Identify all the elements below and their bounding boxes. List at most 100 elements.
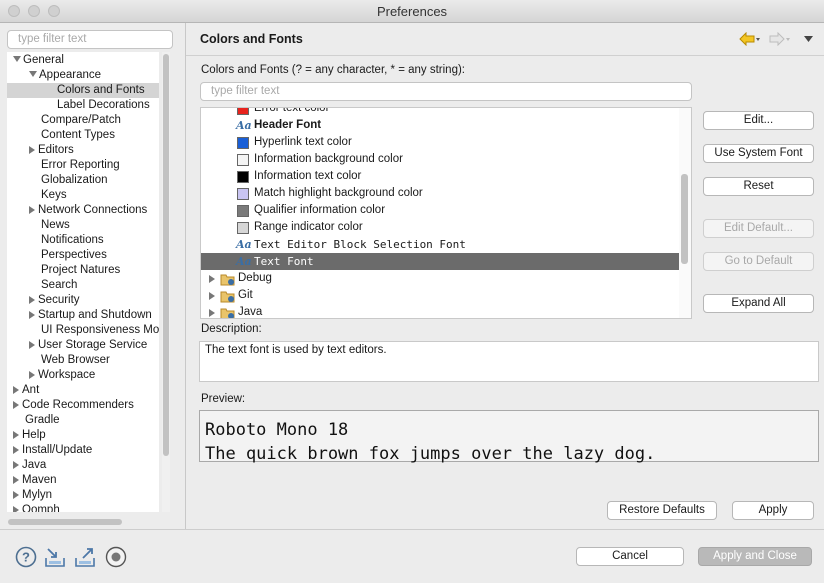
tree-item-globalization[interactable]: Globalization — [29, 173, 107, 188]
tree-item-startup-and-shutdown[interactable]: Startup and Shutdown — [29, 308, 152, 323]
collapsed-triangle-icon[interactable] — [29, 371, 35, 379]
tree-item-maven[interactable]: Maven — [13, 473, 57, 488]
import-preferences-icon[interactable] — [44, 546, 66, 568]
tree-item-appearance[interactable]: Appearance — [29, 68, 101, 83]
dialog-footer: ? Cancel Apply and Close — [0, 529, 824, 583]
record-icon[interactable] — [105, 546, 127, 568]
description-label: Description: — [201, 323, 262, 335]
list-item-row[interactable]: Aa Text Editor Block Selection Font — [201, 236, 679, 253]
apply-button[interactable]: Apply — [732, 501, 814, 520]
apply-and-close-button[interactable]: Apply and Close — [698, 547, 812, 566]
use-system-font-button[interactable]: Use System Font — [703, 144, 814, 163]
reset-button[interactable]: Reset — [703, 177, 814, 196]
preference-tree: General Appearance Colors and Fonts Label D… — [7, 52, 159, 512]
list-item-row[interactable]: Aa Text Font — [201, 253, 679, 270]
svg-text:?: ? — [22, 550, 30, 565]
tree-item-user-storage-service[interactable]: User Storage Service — [29, 338, 147, 353]
tree-item-keys[interactable]: Keys — [29, 188, 67, 203]
tree-item-compare-patch[interactable]: Compare/Patch — [29, 113, 121, 128]
list-item-row[interactable]: Information text color — [201, 168, 679, 185]
tree-hscroll-thumb[interactable] — [8, 519, 122, 525]
tree-item-project-natures[interactable]: Project Natures — [29, 263, 120, 278]
collapsed-triangle-icon[interactable] — [13, 461, 19, 469]
font-icon: Aa — [236, 238, 252, 251]
pane-divider[interactable] — [185, 23, 186, 529]
back-arrow-icon[interactable] — [739, 32, 761, 46]
tree-item-error-reporting[interactable]: Error Reporting — [29, 158, 120, 173]
tree-item-ui-responsiveness-mo[interactable]: UI Responsiveness Mo — [29, 323, 159, 338]
tree-item-security[interactable]: Security — [29, 293, 80, 308]
expanded-triangle-icon[interactable] — [13, 56, 21, 62]
list-item-row[interactable]: Qualifier information color — [201, 202, 679, 219]
tree-item-search[interactable]: Search — [29, 278, 77, 293]
view-menu-icon[interactable] — [804, 35, 814, 43]
help-icon[interactable]: ? — [15, 546, 37, 568]
tree-item-editors[interactable]: Editors — [29, 143, 74, 158]
list-item-row[interactable]: Range indicator color — [201, 219, 679, 236]
tree-item-gradle[interactable]: Gradle — [13, 413, 60, 428]
list-vertical-scrollbar[interactable] — [679, 108, 691, 318]
list-category-row[interactable]: Debug — [201, 270, 679, 287]
tree-item-java[interactable]: Java — [13, 458, 46, 473]
tree-item-content-types[interactable]: Content Types — [29, 128, 115, 143]
tree-vertical-scrollbar[interactable] — [162, 52, 170, 512]
expanded-triangle-icon[interactable] — [29, 71, 37, 77]
list-item-row[interactable]: Information background color — [201, 151, 679, 168]
collapsed-triangle-icon[interactable] — [209, 292, 215, 300]
tree-item-help[interactable]: Help — [13, 428, 46, 443]
colors-filter-input[interactable]: type filter text — [200, 82, 692, 101]
collapsed-triangle-icon[interactable] — [209, 309, 215, 317]
list-item-row[interactable]: Aa Header Font — [201, 117, 679, 134]
list-vscroll-thumb[interactable] — [681, 174, 688, 264]
tree-filter-input[interactable]: type filter text — [7, 30, 173, 49]
tree-item-code-recommenders[interactable]: Code Recommenders — [13, 398, 134, 413]
folder-icon — [220, 274, 235, 286]
list-item-row[interactable]: Hyperlink text color — [201, 134, 679, 151]
cancel-button[interactable]: Cancel — [576, 547, 684, 566]
tree-item-news[interactable]: News — [29, 218, 70, 233]
edit-button[interactable]: Edit... — [703, 111, 814, 130]
collapsed-triangle-icon[interactable] — [29, 341, 35, 349]
collapsed-triangle-icon[interactable] — [29, 206, 35, 214]
tree-item-notifications[interactable]: Notifications — [29, 233, 104, 248]
tree-item-label-decorations[interactable]: Label Decorations — [45, 98, 150, 113]
restore-defaults-button[interactable]: Restore Defaults — [607, 501, 717, 520]
forward-arrow-icon[interactable] — [769, 32, 791, 46]
collapsed-triangle-icon[interactable] — [29, 311, 35, 319]
collapsed-triangle-icon[interactable] — [13, 476, 19, 484]
tree-item-network-connections[interactable]: Network Connections — [29, 203, 147, 218]
collapsed-triangle-icon[interactable] — [13, 431, 19, 439]
tree-item-mylyn[interactable]: Mylyn — [13, 488, 52, 503]
title-bar: Preferences — [0, 0, 824, 23]
list-item-row[interactable]: Error text color — [201, 108, 679, 117]
list-category-row[interactable]: Git — [201, 287, 679, 304]
collapsed-triangle-icon[interactable] — [29, 146, 35, 154]
collapsed-triangle-icon[interactable] — [29, 296, 35, 304]
list-category-row[interactable]: Java — [201, 304, 679, 318]
collapsed-triangle-icon[interactable] — [13, 506, 19, 512]
tree-item-install-update[interactable]: Install/Update — [13, 443, 92, 458]
export-preferences-icon[interactable] — [74, 546, 96, 568]
list-item-row[interactable]: Match highlight background color — [201, 185, 679, 202]
tree-horizontal-scrollbar[interactable] — [7, 518, 159, 526]
collapsed-triangle-icon[interactable] — [13, 386, 19, 394]
edit-default-button[interactable]: Edit Default... — [703, 219, 814, 238]
tree-item-oomph[interactable]: Oomph — [13, 503, 60, 512]
go-to-default-button[interactable]: Go to Default — [703, 252, 814, 271]
tree-item-label: Colors and Fonts — [57, 84, 145, 96]
tree-item-colors-and-fonts[interactable]: Colors and Fonts — [45, 83, 145, 98]
tree-vscroll-thumb[interactable] — [163, 54, 169, 456]
tree-item-label: Help — [22, 429, 46, 441]
tree-item-general[interactable]: General — [13, 53, 64, 68]
tree-item-label: UI Responsiveness Mo — [41, 324, 159, 336]
page-title: Colors and Fonts — [200, 32, 303, 46]
collapsed-triangle-icon[interactable] — [13, 491, 19, 499]
tree-item-workspace[interactable]: Workspace — [29, 368, 95, 383]
tree-item-perspectives[interactable]: Perspectives — [29, 248, 107, 263]
collapsed-triangle-icon[interactable] — [13, 446, 19, 454]
tree-item-ant[interactable]: Ant — [13, 383, 39, 398]
tree-item-web-browser[interactable]: Web Browser — [29, 353, 110, 368]
expand-all-button[interactable]: Expand All — [703, 294, 814, 313]
collapsed-triangle-icon[interactable] — [13, 401, 19, 409]
collapsed-triangle-icon[interactable] — [209, 275, 215, 283]
